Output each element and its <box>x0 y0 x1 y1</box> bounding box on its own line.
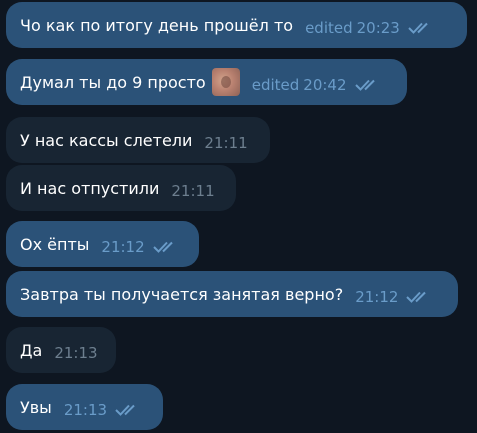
message-meta: 21:13 <box>64 395 141 419</box>
message-bubble-outgoing[interactable]: Ох ёпты 21:12 <box>6 221 199 267</box>
edited-label: edited <box>251 76 300 94</box>
message-time: 20:23 <box>356 19 400 37</box>
message-bubble-outgoing[interactable]: Увы 21:13 <box>6 384 163 430</box>
message-text: Чо как по итогу день прошёл то <box>20 15 294 35</box>
message-meta: 21:11 <box>204 128 247 152</box>
message-text: И нас отпустили <box>20 178 160 198</box>
message-text: Ох ёпты <box>20 234 90 254</box>
message-text: У нас кассы слетели <box>20 130 193 150</box>
message-bubble-outgoing[interactable]: Думал ты до 9 просто edited 20:42 <box>6 59 407 105</box>
message-time: 21:11 <box>204 134 248 152</box>
message-bubble-incoming[interactable]: У нас кассы слетели 21:11 <box>6 117 270 163</box>
message-meta: 21:11 <box>171 176 214 200</box>
message-meta: 21:12 <box>101 232 178 256</box>
message-meta: edited 20:42 <box>252 70 381 94</box>
double-check-icon <box>406 290 432 304</box>
message-time: 21:12 <box>355 288 399 306</box>
message-text: Завтра ты получается занятая верно? <box>20 284 344 304</box>
message-bubble-incoming[interactable]: И нас отпустили 21:11 <box>6 165 236 211</box>
message-time: 21:11 <box>171 182 215 200</box>
double-check-icon <box>152 240 179 254</box>
message-bubble-outgoing[interactable]: Чо как по итогу день прошёл то edited 20… <box>6 2 467 48</box>
message-time: 21:13 <box>54 344 98 362</box>
message-time: 21:13 <box>63 401 108 419</box>
sticker-emoji-icon <box>211 68 240 96</box>
message-meta: 21:13 <box>54 338 97 362</box>
chat-message-list: Чо как по итогу день прошёл то edited 20… <box>0 0 477 433</box>
message-bubble-outgoing[interactable]: Завтра ты получается занятая верно? 21:1… <box>6 271 458 317</box>
message-bubble-incoming[interactable]: Да 21:13 <box>6 327 116 373</box>
message-meta: 21:12 <box>355 282 432 306</box>
edited-label: edited <box>305 19 353 37</box>
message-text: Думал ты до 9 просто <box>20 72 206 92</box>
message-text: Да <box>20 340 43 360</box>
double-check-icon <box>408 21 434 35</box>
message-time: 21:12 <box>101 238 145 256</box>
message-time: 20:42 <box>303 76 347 94</box>
double-check-icon <box>354 78 381 92</box>
message-text: Увы <box>20 397 52 417</box>
message-meta: edited 20:23 <box>305 13 434 37</box>
double-check-icon <box>115 403 141 417</box>
